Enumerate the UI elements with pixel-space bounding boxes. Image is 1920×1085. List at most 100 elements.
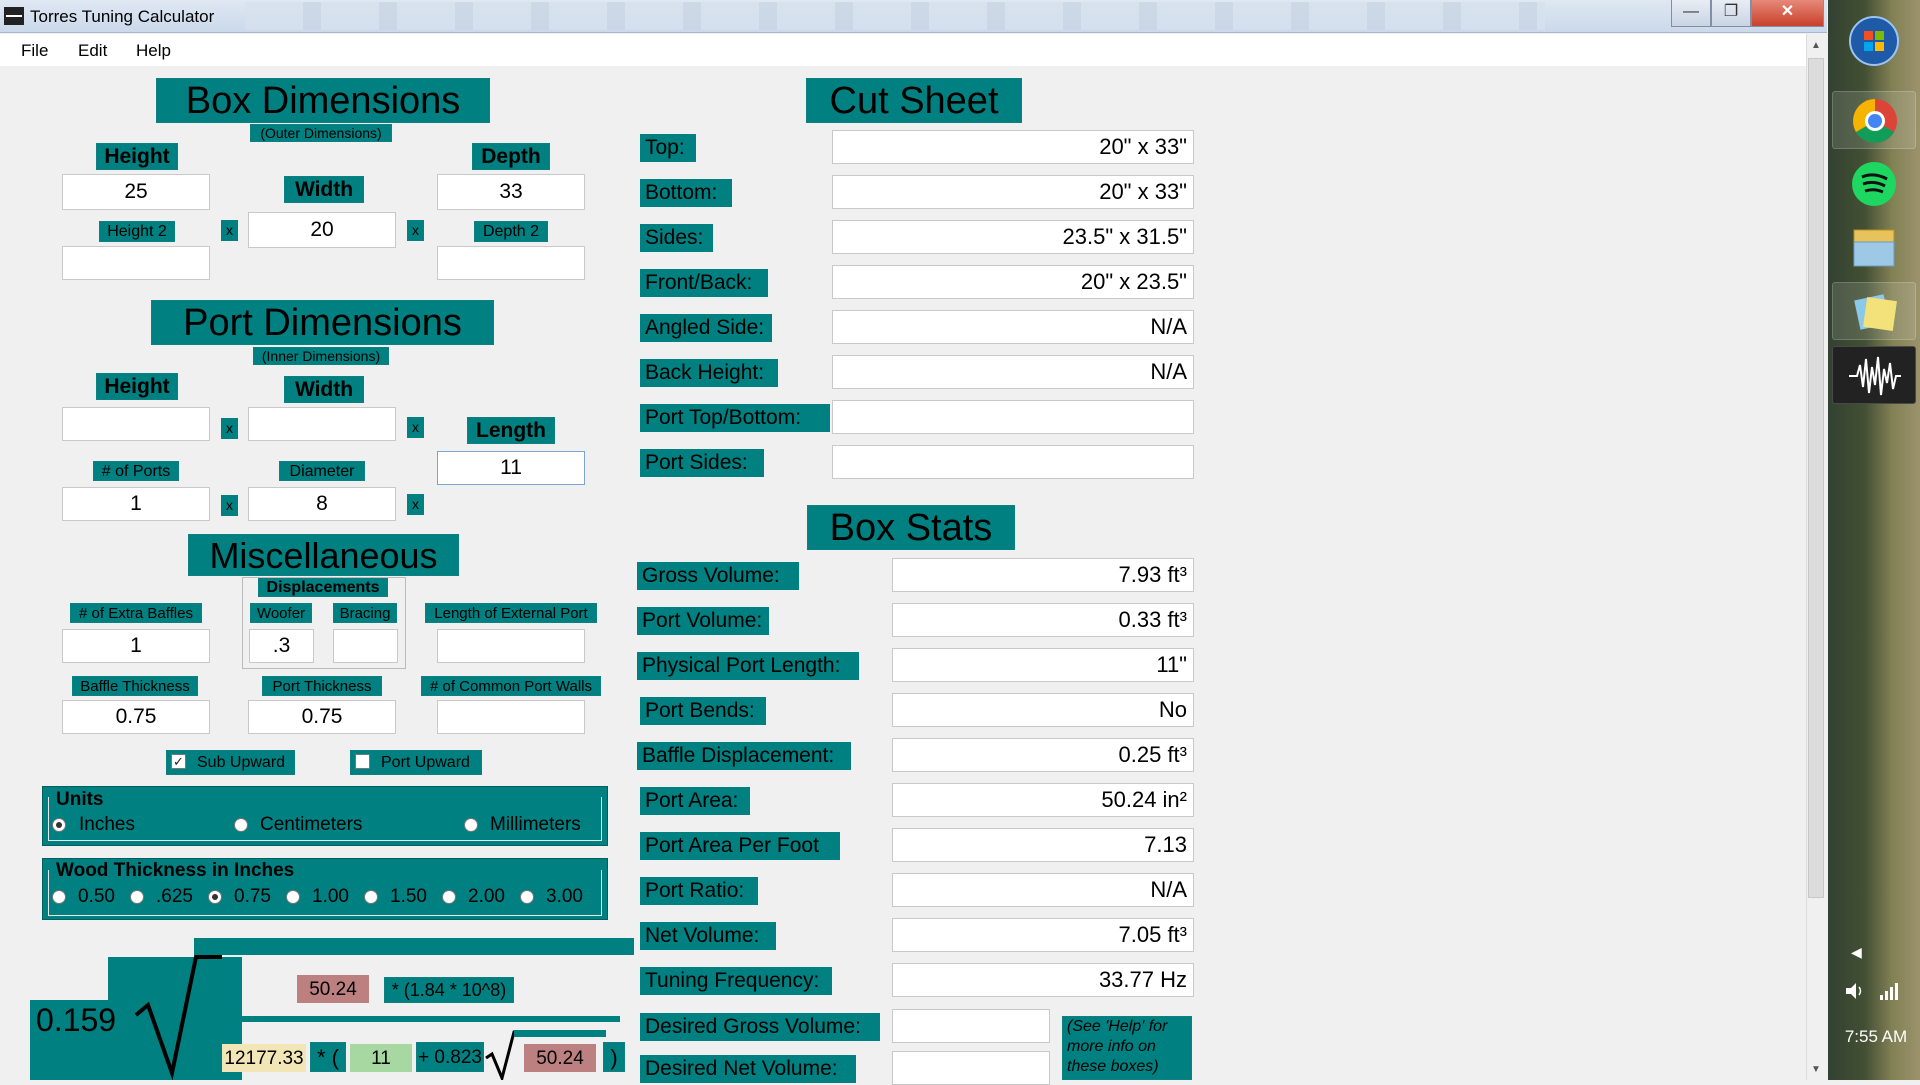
units-title: Units xyxy=(54,789,106,811)
num-ports-input[interactable]: 1 xyxy=(62,487,210,521)
cut-angled-side-label: Angled Side: xyxy=(640,314,772,342)
multiply-x: x xyxy=(407,220,424,241)
cut-bottom-value: 20" x 33" xyxy=(832,175,1194,209)
radio-wood-300-label: 3.00 xyxy=(546,886,583,907)
radio-wood-075[interactable] xyxy=(208,890,222,904)
box-stats-title: Box Stats xyxy=(807,505,1015,550)
close-button[interactable]: ✕ xyxy=(1751,0,1824,27)
formula-plus: + 0.823 xyxy=(416,1042,484,1072)
box-width-input[interactable]: 20 xyxy=(248,212,396,248)
formula-volume: 12177.33 xyxy=(222,1044,306,1072)
tuning-frequency-value: 33.77 Hz xyxy=(892,963,1194,997)
radio-wood-075-label: 0.75 xyxy=(234,886,271,907)
port-area-per-foot-label: Port Area Per Foot xyxy=(640,832,840,860)
bracing-input[interactable] xyxy=(333,629,398,663)
clock[interactable]: 7:55 AM xyxy=(1838,1027,1914,1047)
chrome-icon[interactable] xyxy=(1832,91,1916,149)
fraction-bar xyxy=(214,1016,620,1022)
radio-wood-0625[interactable] xyxy=(130,890,144,904)
menu-file[interactable]: File xyxy=(21,41,48,61)
port-bends-value: No xyxy=(892,693,1194,727)
formula-mult-open: * ( xyxy=(310,1042,346,1072)
extra-baffles-input[interactable]: 1 xyxy=(62,629,210,663)
port-thickness-input[interactable]: 0.75 xyxy=(248,700,396,734)
title-bar: Torres Tuning Calculator — ❐ ✕ xyxy=(0,0,1827,33)
background-tabs xyxy=(245,2,1545,30)
radio-wood-100[interactable] xyxy=(286,890,300,904)
multiply-x: x xyxy=(407,494,424,515)
common-walls-input[interactable] xyxy=(437,700,585,734)
box-height2-input[interactable] xyxy=(62,246,210,280)
start-orb-icon[interactable] xyxy=(1832,12,1916,70)
cut-sides-label: Sides: xyxy=(640,224,713,252)
woofer-input[interactable]: .3 xyxy=(249,629,314,663)
box-depth2-label: Depth 2 xyxy=(474,221,548,242)
radio-centimeters-label: Centimeters xyxy=(260,814,363,835)
box-depth2-input[interactable] xyxy=(437,246,585,280)
radio-wood-050[interactable] xyxy=(52,890,66,904)
port-length-input[interactable]: 11 xyxy=(437,451,585,485)
radio-inches-label: Inches xyxy=(79,814,135,835)
box-height-input[interactable]: 25 xyxy=(62,174,210,210)
port-height-input[interactable] xyxy=(62,407,210,441)
radio-millimeters-label: Millimeters xyxy=(490,814,581,835)
port-bends-label: Port Bends: xyxy=(640,697,766,725)
radio-wood-150[interactable] xyxy=(364,890,378,904)
desired-gross-volume-input[interactable] xyxy=(892,1009,1050,1043)
baffle-thickness-input[interactable]: 0.75 xyxy=(62,700,210,734)
audio-wave-icon[interactable] xyxy=(1832,346,1916,404)
port-length-label: Length xyxy=(467,417,555,444)
box-dimensions-title: Box Dimensions xyxy=(156,78,490,123)
net-volume-label: Net Volume: xyxy=(640,922,776,950)
menu-edit[interactable]: Edit xyxy=(78,41,107,61)
box-height2-label: Height 2 xyxy=(99,221,175,242)
port-width-label: Width xyxy=(284,376,364,403)
baffle-thickness-label: Baffle Thickness xyxy=(72,676,198,696)
common-walls-label: # of Common Port Walls xyxy=(421,676,601,696)
port-ratio-label: Port Ratio: xyxy=(640,877,758,905)
spotify-icon[interactable] xyxy=(1832,155,1916,213)
gross-volume-value: 7.93 ft³ xyxy=(892,558,1194,592)
port-width-input[interactable] xyxy=(248,407,396,441)
menu-help[interactable]: Help xyxy=(136,41,171,61)
scroll-down-icon[interactable]: ▼ xyxy=(1811,1064,1821,1075)
folder-icon[interactable] xyxy=(1832,218,1916,276)
diameter-input[interactable]: 8 xyxy=(248,487,396,521)
baffle-displacement-label: Baffle Displacement: xyxy=(637,742,851,770)
cut-top-value: 20" x 33" xyxy=(832,130,1194,164)
scroll-up-icon[interactable]: ▲ xyxy=(1811,40,1821,51)
minimize-button[interactable]: — xyxy=(1671,0,1711,27)
window-title: Torres Tuning Calculator xyxy=(30,7,215,26)
tray-expand-icon[interactable]: ◀ xyxy=(1851,944,1862,961)
sticky-notes-icon[interactable] xyxy=(1832,282,1916,340)
net-volume-value: 7.05 ft³ xyxy=(892,918,1194,952)
cut-sheet-title: Cut Sheet xyxy=(806,78,1022,123)
volume-icon[interactable] xyxy=(1843,980,1865,1002)
network-signal-icon[interactable] xyxy=(1878,980,1900,1002)
desired-gross-volume-label: Desired Gross Volume: xyxy=(640,1013,880,1041)
radio-inches[interactable] xyxy=(52,818,66,832)
cut-back-height-label: Back Height: xyxy=(640,359,778,387)
scrollbar-thumb[interactable] xyxy=(1808,58,1824,898)
radio-millimeters[interactable] xyxy=(464,818,478,832)
cut-angled-side-value: N/A xyxy=(832,310,1194,344)
cut-port-sides-label: Port Sides: xyxy=(640,449,764,477)
port-upward-check-icon xyxy=(355,754,370,769)
port-area-value: 50.24 in² xyxy=(892,783,1194,817)
box-depth-input[interactable]: 33 xyxy=(437,174,585,210)
physical-port-length-value: 11" xyxy=(892,648,1194,682)
sub-upward-check-icon: ✓ xyxy=(171,754,186,769)
external-port-input[interactable] xyxy=(437,629,585,663)
baffle-displacement-value: 0.25 ft³ xyxy=(892,738,1194,772)
radio-wood-300[interactable] xyxy=(520,890,534,904)
tuning-frequency-label: Tuning Frequency: xyxy=(640,967,832,995)
maximize-button[interactable]: ❐ xyxy=(1711,0,1751,27)
box-width-label: Width xyxy=(284,176,364,203)
box-depth-label: Depth xyxy=(472,143,550,170)
cut-sides-value: 23.5" x 31.5" xyxy=(832,220,1194,254)
misc-title: Miscellaneous xyxy=(188,534,459,576)
displacements-label: Displacements xyxy=(258,578,388,597)
multiply-x: x xyxy=(221,418,238,439)
radio-centimeters[interactable] xyxy=(234,818,248,832)
radio-wood-200[interactable] xyxy=(442,890,456,904)
